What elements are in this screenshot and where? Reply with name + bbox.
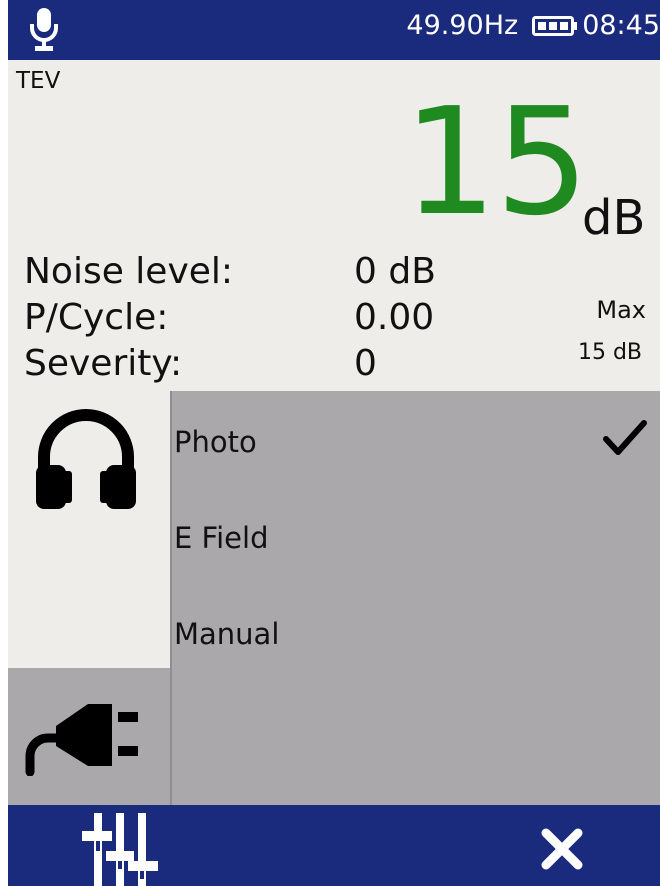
- battery-icon: [532, 15, 578, 36]
- option-photo[interactable]: Photo: [174, 425, 257, 459]
- pcycle-value: 0.00: [354, 297, 435, 338]
- pcycle-label: P/Cycle:: [24, 297, 169, 338]
- severity-value: 0: [354, 343, 377, 384]
- sliders-icon[interactable]: [82, 813, 158, 886]
- status-info: 49.90Hz 08:45: [406, 10, 660, 41]
- bottom-toolbar: [8, 805, 660, 886]
- status-bar: 49.90Hz 08:45: [8, 0, 660, 60]
- measurement-unit: dB: [582, 190, 646, 246]
- headphones-tab[interactable]: [8, 391, 172, 668]
- frequency-readout: 49.90Hz: [406, 10, 519, 41]
- clock: 08:45: [582, 10, 660, 41]
- microphone-icon[interactable]: [28, 6, 60, 54]
- measurement-value: 15: [403, 76, 589, 248]
- mode-label: TEV: [16, 68, 61, 94]
- measurement-panel: TEV 15 dB Noise level: 0 dB P/Cycle: 0.0…: [8, 60, 660, 391]
- noise-level-value: 0 dB: [354, 251, 436, 292]
- severity-label: Severity:: [24, 343, 183, 384]
- max-value: 15 dB: [577, 340, 642, 365]
- option-manual[interactable]: Manual: [174, 617, 279, 651]
- option-e-field[interactable]: E Field: [174, 521, 268, 555]
- plug-icon: [25, 704, 138, 776]
- headphones-icon: [36, 409, 136, 509]
- check-icon: [603, 420, 647, 455]
- noise-level-label: Noise level:: [24, 251, 234, 292]
- close-icon[interactable]: [540, 827, 584, 871]
- max-label: Max: [596, 296, 646, 324]
